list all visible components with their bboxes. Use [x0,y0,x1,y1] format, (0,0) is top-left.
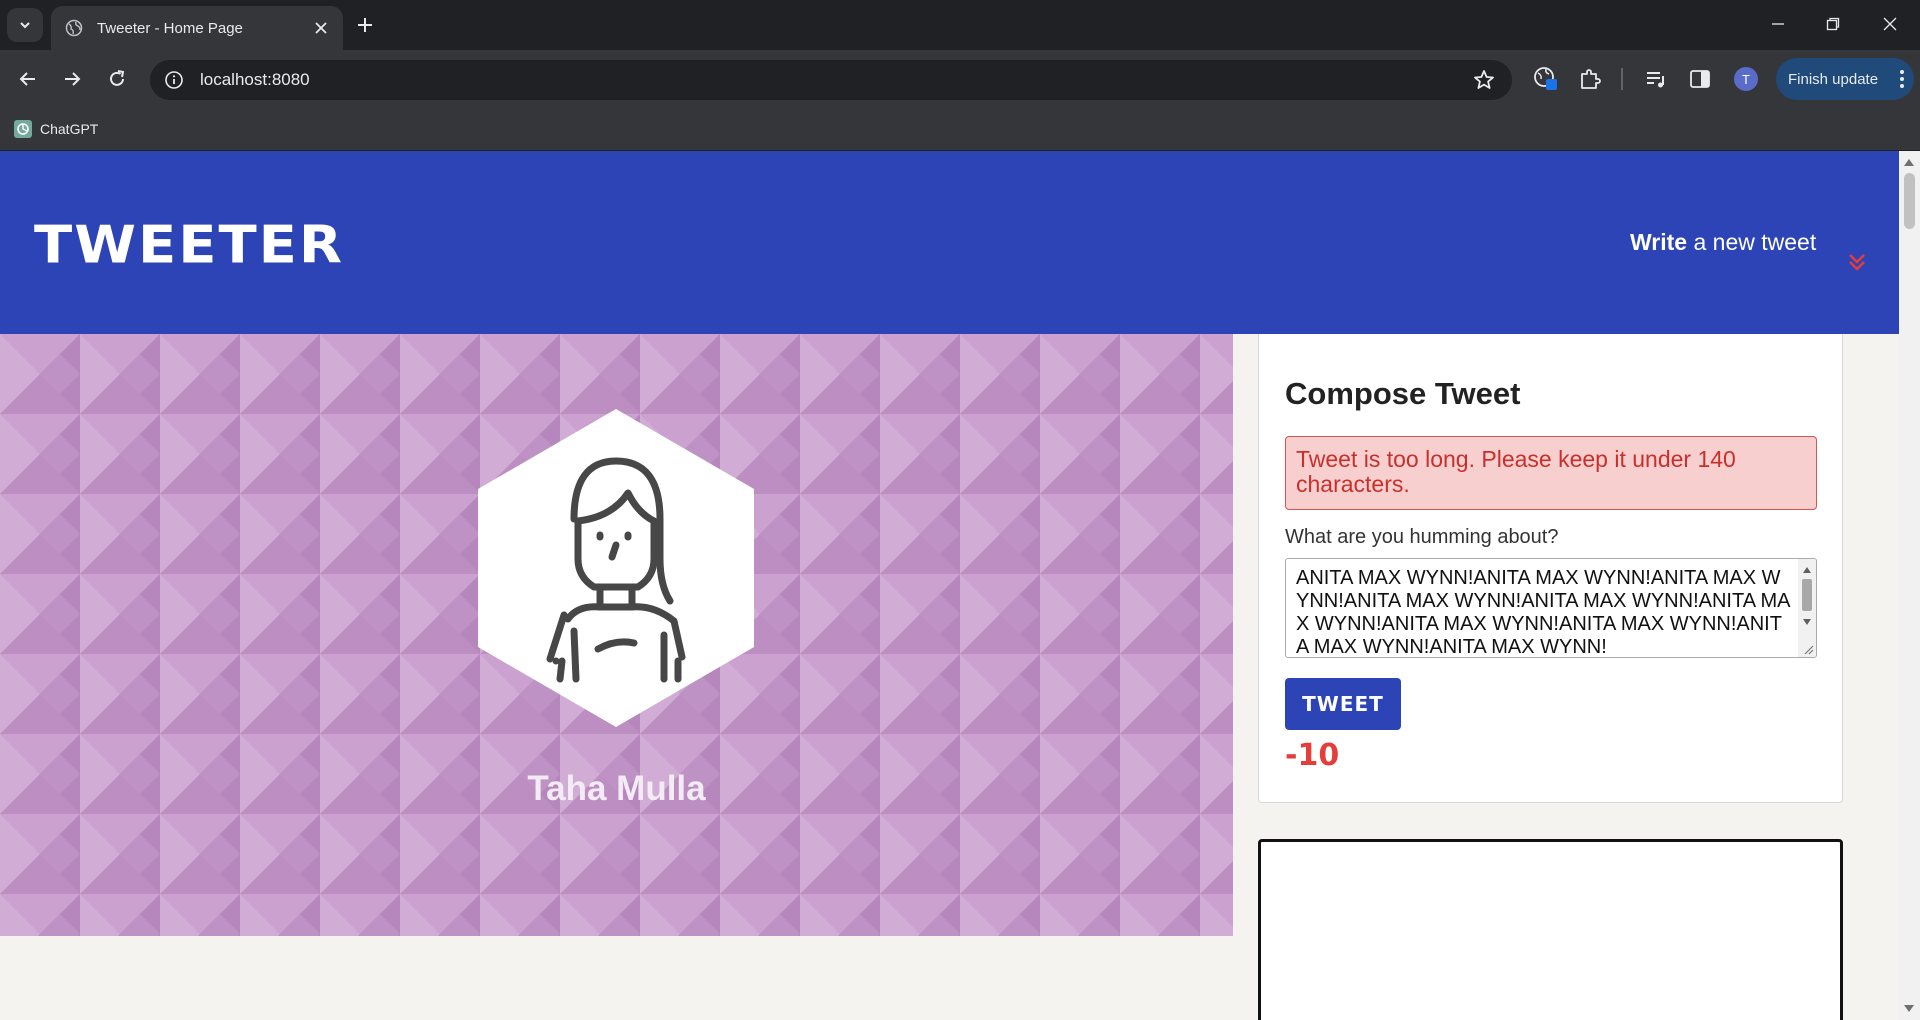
scroll-down-arrow-icon[interactable] [1904,1005,1914,1012]
tweet-textarea-value: ANITA MAX WYNN!ANITA MAX WYNN!ANITA MAX … [1296,567,1791,658]
toolbar-separator [1621,68,1623,90]
puzzle-icon [1581,69,1601,89]
site-header: TWEETER Write a new tweet [0,151,1899,334]
url-text[interactable]: localhost:8080 [200,70,1472,90]
reload-icon [110,70,125,86]
restore-icon [1826,17,1840,31]
tab-search-button[interactable] [7,8,43,42]
bookmark-label: ChatGPT [40,121,99,137]
new-tab-button[interactable] [352,12,378,38]
globe-icon [65,19,83,37]
side-panel-button[interactable] [1686,65,1714,93]
chatgpt-icon [14,120,32,138]
browser-toolbar: localhost:8080 T Finish update [0,50,1920,108]
page-scrollbar[interactable] [1899,151,1920,1020]
reload-button[interactable] [101,63,133,95]
close-icon [1883,17,1897,31]
close-tab-icon[interactable] [311,18,331,38]
double-chevron-down-icon[interactable] [1846,251,1868,273]
finish-update-button[interactable]: Finish update [1776,58,1914,100]
chrome-labs-button[interactable] [1532,65,1560,93]
tweet-input-label: What are you humming about? [1285,526,1559,548]
scroll-up-icon[interactable] [1803,567,1811,573]
browser-tab[interactable]: Tweeter - Home Page [51,6,343,50]
profile-name: Taha Mulla [527,769,706,808]
page-viewport: TWEETER Write a new tweet Taha Mulla Com… [0,151,1920,1020]
write-rest-text: a new tweet [1687,229,1817,255]
arrow-left-icon [19,72,35,86]
close-window-button[interactable] [1862,0,1918,48]
scroll-down-icon[interactable] [1803,619,1811,625]
plus-icon [358,18,372,32]
tweet-textarea[interactable]: ANITA MAX WYNN!ANITA MAX WYNN!ANITA MAX … [1285,558,1817,658]
site-logo[interactable]: TWEETER [34,216,344,276]
restore-button[interactable] [1805,0,1861,48]
playlist-icon [1647,72,1664,88]
scroll-up-arrow-icon[interactable] [1904,159,1914,166]
character-counter: -10 [1285,738,1340,773]
profile-banner: Taha Mulla [0,334,1233,936]
page-scroll-thumb[interactable] [1904,173,1915,229]
compose-title: Compose Tweet [1285,376,1521,411]
address-bar[interactable]: localhost:8080 [150,60,1512,100]
tab-title: Tweeter - Home Page [97,19,243,37]
minimize-button[interactable] [1750,0,1806,48]
arrow-right-icon [65,72,81,86]
write-bold-text: Write [1630,229,1688,255]
finish-update-label: Finish update [1788,70,1879,88]
bookmarks-bar: ChatGPT [0,108,1920,151]
browser-tab-strip: Tweeter - Home Page [0,0,1920,50]
side-panel-icon [1690,70,1710,88]
tweet-card [1258,839,1843,1020]
globe-extension-icon [1534,67,1557,90]
more-vert-icon [1900,70,1904,88]
error-message: Tweet is too long. Please keep it under … [1285,436,1817,510]
write-new-tweet-link[interactable]: Write a new tweet [1630,229,1816,256]
profile-avatar-hexagon [478,409,754,727]
minimize-icon [1772,23,1784,25]
media-controls-button[interactable] [1642,65,1670,93]
textarea-scroll-thumb[interactable] [1802,579,1812,611]
chevron-down-icon [20,22,30,29]
site-info-icon[interactable] [164,70,184,90]
bookmark-chatgpt[interactable]: ChatGPT [14,116,98,142]
profile-avatar[interactable]: T [1734,67,1758,91]
bookmark-star-icon[interactable] [1472,68,1496,92]
forward-button[interactable] [56,63,88,95]
extensions-button[interactable] [1576,65,1604,93]
back-button[interactable] [12,63,44,95]
resize-grip-icon[interactable] [1802,643,1814,655]
compose-tweet-panel: Compose Tweet Tweet is too long. Please … [1258,334,1843,803]
tweet-submit-button[interactable]: TWEET [1285,678,1401,730]
